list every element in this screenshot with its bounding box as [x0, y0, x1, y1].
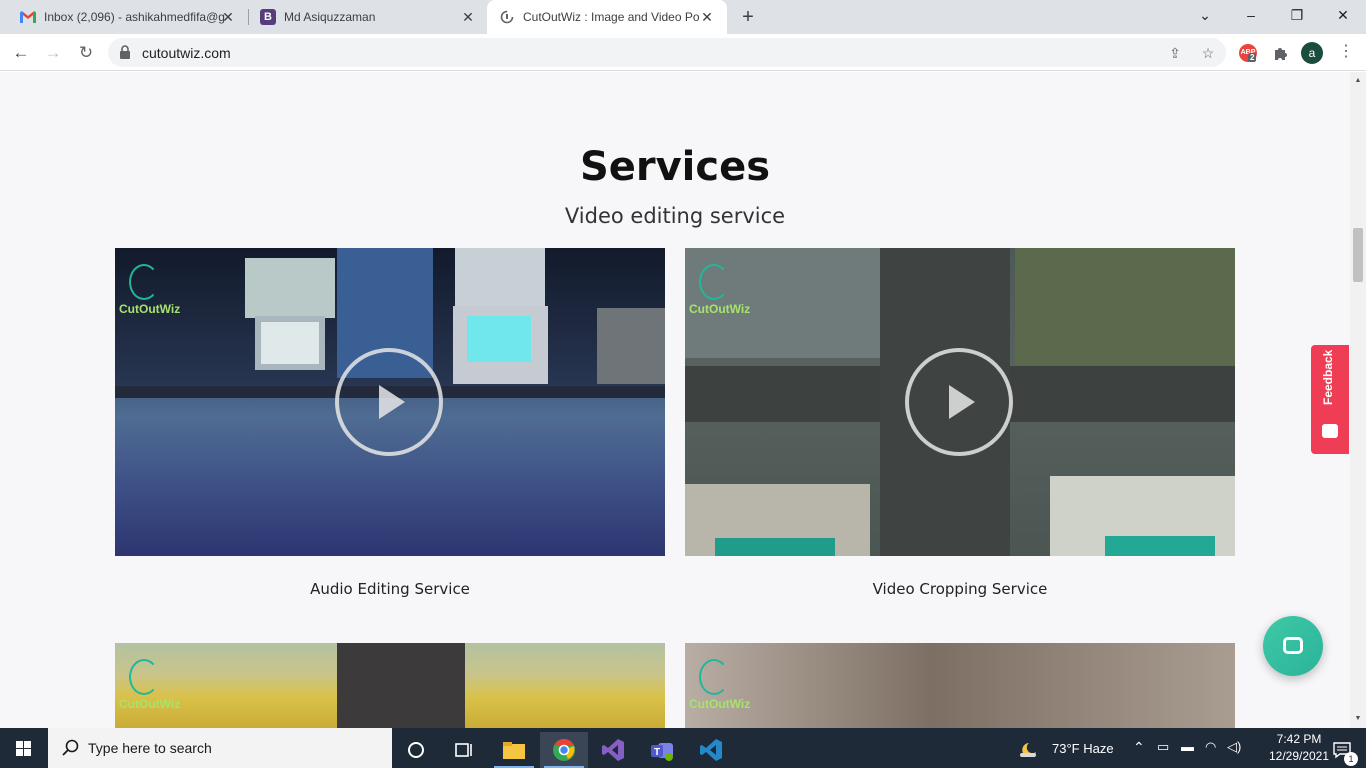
feedback-face-icon	[1322, 424, 1338, 438]
cutoutwiz-logo: CutOutWiz	[119, 659, 189, 715]
tab-title: CutOutWiz : Image and Video Po	[523, 10, 699, 24]
show-hidden-icons-chevron-icon[interactable]: ⌃	[1133, 739, 1145, 756]
service-caption: Video Cropping Service	[872, 580, 1048, 598]
back-button[interactable]: ←	[8, 40, 34, 66]
reload-button[interactable]: ↻	[73, 40, 99, 66]
visual-studio-icon[interactable]	[589, 732, 637, 768]
weather-text[interactable]: 73°F Haze	[1052, 741, 1114, 756]
video-thumbnail[interactable]: CutOutWiz	[115, 643, 665, 728]
video-thumbnail[interactable]: CutOutWiz	[685, 643, 1235, 728]
tab-gmail[interactable]: Inbox (2,096) - ashikahmedfifa@g ✕	[0, 0, 248, 34]
clock-time: 7:42 PM	[1276, 732, 1322, 746]
search-placeholder: Type here to search	[88, 740, 212, 756]
page-viewport: Services Video editing service CutOutWiz…	[0, 72, 1350, 728]
address-bar[interactable]: cutoutwiz.com ⇪ ☆	[108, 38, 1226, 67]
video-thumbnail[interactable]: CutOutWiz	[685, 248, 1235, 556]
feedback-label: Feedback	[1321, 349, 1335, 405]
new-tab-button[interactable]: +	[737, 6, 759, 28]
notification-count-badge: 1	[1344, 752, 1358, 766]
notification-center-icon[interactable]: 1	[1322, 732, 1362, 768]
bootstrap-icon: B	[260, 9, 276, 25]
cortana-icon[interactable]	[392, 732, 440, 768]
close-tab-icon[interactable]: ✕	[699, 9, 715, 25]
close-window-button[interactable]: ✕	[1320, 0, 1366, 34]
cutoutwiz-logo: CutOutWiz	[119, 264, 189, 320]
video-thumbnail[interactable]: CutOutWiz	[115, 248, 665, 556]
teams-icon[interactable]: T	[638, 732, 686, 768]
section-subtitle: Video editing service	[564, 204, 786, 228]
meet-now-icon[interactable]: ▭	[1157, 739, 1169, 755]
chat-bubble-icon	[1283, 637, 1303, 654]
service-caption: Audio Editing Service	[310, 580, 470, 598]
cutoutwiz-logo: CutOutWiz	[689, 659, 759, 715]
restore-button[interactable]: ❐	[1274, 0, 1320, 34]
taskbar-search-box[interactable]: Type here to search	[48, 728, 392, 768]
clock-date: 12/29/2021	[1268, 749, 1330, 763]
url-text: cutoutwiz.com	[142, 45, 231, 61]
tab-title: Md Asiquzzaman	[284, 10, 376, 24]
lock-icon	[120, 45, 130, 59]
cutoutwiz-logo: CutOutWiz	[689, 264, 759, 320]
tab-title: Inbox (2,096) - ashikahmedfifa@g	[44, 10, 225, 24]
forward-button[interactable]: →	[40, 40, 66, 66]
scroll-up-arrow-icon[interactable]: ▲	[1350, 74, 1366, 88]
tab-cutoutwiz[interactable]: CutOutWiz : Image and Video Po ✕	[487, 0, 727, 34]
start-button[interactable]	[0, 728, 48, 768]
tab-md-asiquzzaman[interactable]: B Md Asiquzzaman ✕	[240, 0, 488, 34]
tab-search-icon[interactable]: ⌄	[1182, 0, 1228, 34]
chrome-icon[interactable]	[540, 732, 588, 768]
scroll-down-arrow-icon[interactable]: ▼	[1350, 712, 1366, 726]
feedback-tab[interactable]: Feedback	[1311, 345, 1349, 454]
play-button-icon[interactable]	[905, 348, 1013, 456]
cutoutwiz-icon	[499, 9, 515, 25]
page-scrollbar[interactable]: ▲ ▼	[1350, 72, 1366, 728]
search-icon	[62, 739, 79, 756]
windows-logo-icon	[16, 741, 31, 756]
extension-count-badge: 2	[1248, 53, 1257, 62]
adblock-extension-icon[interactable]: ABP 2	[1238, 43, 1258, 63]
vscode-icon[interactable]	[687, 732, 735, 768]
scrollbar-thumb[interactable]	[1353, 228, 1363, 282]
wifi-icon[interactable]: ◠	[1205, 739, 1216, 755]
weather-moon-icon[interactable]	[1008, 732, 1048, 768]
system-clock[interactable]: 7:42 PM 12/29/2021	[1268, 731, 1330, 765]
close-tab-icon[interactable]: ✕	[220, 9, 236, 25]
minimize-button[interactable]: –	[1228, 0, 1274, 34]
close-tab-icon[interactable]: ✕	[460, 9, 476, 25]
bookmark-star-icon[interactable]: ☆	[1200, 45, 1216, 61]
play-button-icon[interactable]	[335, 348, 443, 456]
svg-text:T: T	[654, 747, 660, 758]
page-title: Services	[579, 144, 771, 190]
extensions-puzzle-icon[interactable]	[1271, 43, 1289, 63]
task-view-icon[interactable]	[440, 732, 488, 768]
tab-strip: Inbox (2,096) - ashikahmedfifa@g ✕ B Md …	[0, 0, 1366, 34]
battery-icon[interactable]: ▬	[1181, 739, 1194, 754]
browser-toolbar: ← → ↻ cutoutwiz.com ⇪ ☆ ABP 2 a ⋮	[0, 34, 1366, 71]
volume-icon[interactable]: ◁)	[1227, 739, 1241, 755]
file-explorer-icon[interactable]	[490, 732, 538, 768]
menu-kebab-icon[interactable]: ⋮	[1338, 42, 1354, 62]
gmail-icon	[20, 9, 36, 25]
chat-button[interactable]	[1263, 616, 1323, 676]
windows-taskbar: Type here to search T 73°F Haze ⌃ ▭ ▬ ◠ …	[0, 728, 1366, 768]
share-icon[interactable]: ⇪	[1167, 45, 1183, 61]
profile-avatar[interactable]: a	[1301, 42, 1323, 64]
